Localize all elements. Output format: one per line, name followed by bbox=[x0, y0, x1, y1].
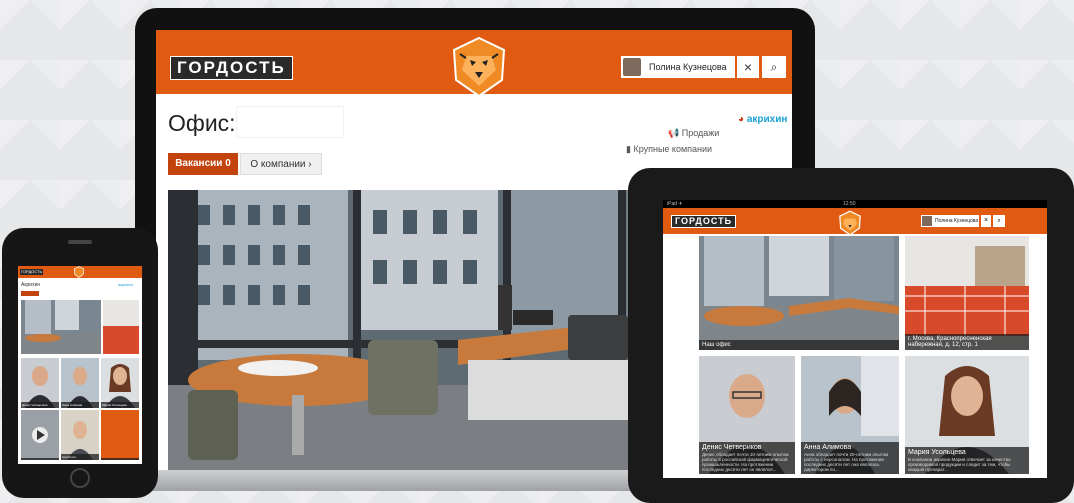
site-logo[interactable]: ГОРДОСТЬ bbox=[170, 56, 293, 80]
company-size-label: Крупные компании bbox=[633, 144, 713, 154]
person-photo bbox=[105, 364, 135, 408]
industry-sales-label: Продажи bbox=[681, 128, 720, 138]
person-photo bbox=[67, 421, 93, 460]
tab-about-company[interactable]: О компании › bbox=[240, 153, 322, 175]
tile-video[interactable] bbox=[21, 410, 59, 460]
search-button[interactable]: ⌕ bbox=[762, 56, 786, 78]
tablet-screen: iPad ✈ 12:50 ГОРДОСТЬ Полина Кузнецова ×… bbox=[663, 200, 1047, 478]
tile-caption: Денис Четвериков bbox=[21, 402, 59, 408]
status-time: 12:50 bbox=[843, 201, 856, 207]
site-header: ГОРДОСТЬ Полина Кузнецова × ⌕ bbox=[663, 208, 1047, 236]
tile-office-address[interactable]: г. Москва, Краснопресненская набережная,… bbox=[905, 236, 1029, 350]
megaphone-icon: 📢 bbox=[668, 128, 680, 138]
person-photo bbox=[25, 366, 55, 408]
person-photo bbox=[67, 367, 93, 408]
person-name: Денис Четвериков bbox=[702, 444, 762, 451]
search-button[interactable]: ⌕ bbox=[993, 215, 1005, 227]
site-header: ГОРДОСТЬ bbox=[18, 266, 142, 278]
site-header: ГОРДОСТЬ Полина Кузнецова × ⌕ bbox=[156, 30, 792, 98]
user-profile-button[interactable]: Полина Кузнецова bbox=[621, 56, 735, 78]
user-name: Полина Кузнецова bbox=[935, 218, 979, 224]
user-name: Полина Кузнецова bbox=[649, 62, 727, 72]
partner-logo-text: акрихин bbox=[746, 114, 788, 125]
company-name-redaction bbox=[236, 106, 344, 138]
person-description: В компании акрихин Мария отвечает за кач… bbox=[908, 457, 1011, 472]
tile-person[interactable]: Мария Усольцева bbox=[101, 358, 139, 408]
person-name: Мария Усольцева bbox=[908, 449, 966, 456]
avatar bbox=[623, 58, 641, 76]
user-profile-button[interactable]: Полина Кузнецова bbox=[921, 215, 979, 227]
tile-person[interactable]: Анна Алимова Анна обладает почти 20-летн… bbox=[801, 356, 899, 474]
person-name: Анна Алимова bbox=[804, 444, 852, 451]
tile-caption: Наш офис bbox=[699, 340, 899, 350]
partner-logo-icon: ◕ bbox=[738, 114, 745, 125]
tile-person[interactable]: Денис Четвериков bbox=[21, 358, 59, 408]
tiger-logo-icon[interactable] bbox=[452, 36, 506, 98]
avatar bbox=[922, 216, 932, 226]
tile-person[interactable]: Мария Усольцева В компании акрихин Мария… bbox=[905, 356, 1029, 474]
address-thumbnail bbox=[905, 236, 1029, 350]
tile-person[interactable]: Ассистент bbox=[61, 410, 99, 460]
tab-vacancies[interactable] bbox=[21, 291, 39, 296]
company-size[interactable]: ▮ Крупные компании bbox=[626, 144, 712, 155]
tile-caption bbox=[101, 458, 139, 460]
tablet-status-bar: iPad ✈ 12:50 bbox=[663, 200, 1047, 208]
close-button[interactable]: × bbox=[737, 56, 759, 78]
office-thumbnail[interactable] bbox=[21, 300, 139, 354]
tile-caption: Мария Усольцева bbox=[101, 402, 139, 408]
tile-caption: Анна Алимова bbox=[61, 402, 99, 408]
video-thumbnail bbox=[21, 410, 59, 460]
site-logo[interactable]: ГОРДОСТЬ bbox=[20, 269, 44, 275]
partner-logo[interactable]: акрихин bbox=[118, 282, 133, 287]
home-button[interactable] bbox=[70, 468, 90, 488]
page-title: Акрихин bbox=[21, 282, 41, 288]
tile-caption: Ассистент bbox=[61, 454, 99, 460]
tile-person[interactable]: Денис Четвериков Денис обладает почти 10… bbox=[699, 356, 795, 474]
tab-vacancies[interactable]: Вакансии 0 bbox=[168, 153, 238, 175]
person-description: Денис обладает почти 10-летним опытом ра… bbox=[702, 452, 789, 472]
tile-caption: Денис Четвериков Денис обладает почти 10… bbox=[699, 442, 795, 474]
office-thumbnail bbox=[699, 236, 899, 350]
tiger-logo-icon[interactable] bbox=[74, 266, 84, 278]
industry-sales[interactable]: 📢 Продажи bbox=[668, 128, 719, 139]
tile-caption: Мария Усольцева В компании акрихин Мария… bbox=[905, 447, 1029, 474]
page-title: Офис: bbox=[168, 110, 236, 136]
tile-promo[interactable] bbox=[101, 410, 139, 460]
tile-caption: г. Москва, Краснопресненская набережная,… bbox=[905, 334, 1029, 350]
tile-caption: Анна Алимова Анна обладает почти 20-летн… bbox=[801, 442, 899, 474]
tile-caption bbox=[21, 458, 59, 460]
bar-chart-icon: ▮ bbox=[626, 144, 631, 154]
close-button[interactable]: × bbox=[981, 215, 991, 227]
phone-screen: ГОРДОСТЬ Акрихин акрихин Денис Четверико… bbox=[18, 266, 142, 464]
tab-vacancies-label: Вакансии bbox=[175, 158, 223, 169]
tab-vacancies-count: 0 bbox=[225, 158, 231, 169]
phone-speaker bbox=[68, 240, 92, 244]
person-description: Анна обладает почти 20-летним опытом раб… bbox=[804, 452, 889, 472]
tiger-logo-icon[interactable] bbox=[839, 210, 861, 236]
site-logo[interactable]: ГОРДОСТЬ bbox=[671, 215, 737, 228]
status-carrier: iPad ✈ bbox=[667, 201, 683, 207]
tile-our-office[interactable]: Наш офис bbox=[699, 236, 899, 350]
partner-logo[interactable]: ◕ акрихин bbox=[738, 114, 787, 125]
tile-person[interactable]: Анна Алимова bbox=[61, 358, 99, 408]
